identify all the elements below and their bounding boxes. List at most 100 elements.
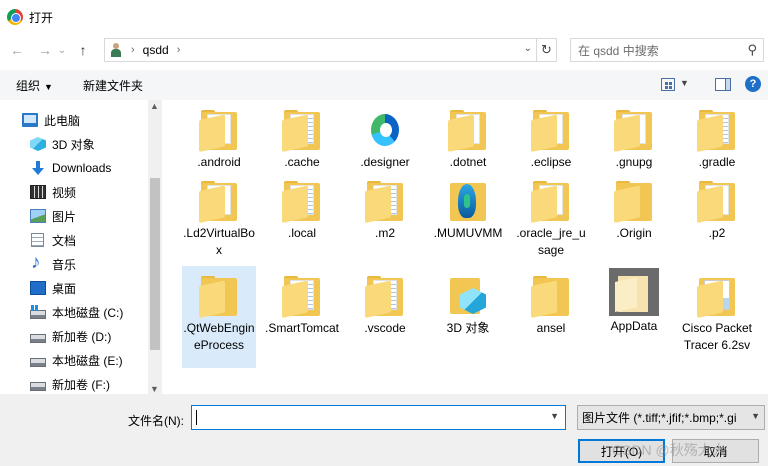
change-view-icon[interactable]: [661, 78, 675, 91]
file-item[interactable]: .eclipse: [514, 100, 588, 171]
windows-drive-icon: [30, 304, 46, 319]
folder-icon: [365, 181, 405, 223]
cube-3d-icon: [30, 137, 46, 151]
file-item[interactable]: .m2: [348, 171, 422, 242]
sidebar-item-label: 音乐: [52, 257, 77, 272]
sidebar-item-label: 3D 对象: [52, 137, 95, 152]
file-name: .Origin: [616, 226, 652, 240]
file-name: .QtWebEngineProcess: [183, 321, 255, 352]
sidebar-scrollbar[interactable]: ▲ ▼: [148, 100, 162, 394]
folder-icon: [697, 181, 737, 223]
back-arrow-icon[interactable]: ←: [6, 39, 28, 61]
file-name: ansel: [536, 321, 566, 335]
folder-icon: [199, 181, 239, 223]
breadcrumb-separator[interactable]: ›: [177, 44, 181, 56]
file-item[interactable]: .MUMUVMM: [431, 171, 505, 242]
forward-arrow-icon[interactable]: →: [34, 39, 56, 61]
address-bar[interactable]: › qsdd › ⌄ ↻: [104, 38, 557, 62]
cancel-button[interactable]: 取消: [672, 439, 759, 463]
scroll-down-icon[interactable]: ▼: [150, 384, 159, 394]
sidebar-item-documents[interactable]: 文档: [30, 229, 76, 251]
music-icon: [30, 252, 46, 274]
file-item[interactable]: .dotnet: [431, 100, 505, 171]
sidebar-item-label: 新加卷 (D:): [52, 329, 112, 344]
file-item[interactable]: Cisco Packet Tracer 6.2sv: [680, 266, 754, 354]
refresh-icon[interactable]: ↻: [536, 39, 556, 61]
drive-icon: [30, 333, 46, 343]
sidebar-item-label: 新加卷 (F:): [52, 377, 110, 392]
file-item[interactable]: AppData: [597, 266, 671, 335]
file-item[interactable]: .gradle: [680, 100, 754, 171]
new-folder-button[interactable]: 新建文件夹: [83, 77, 143, 94]
folder-icon: [531, 276, 571, 318]
file-name: .android: [197, 155, 241, 169]
folder-icon: [531, 110, 571, 152]
filename-input[interactable]: ▼: [191, 405, 566, 430]
mumu-icon: [448, 181, 488, 223]
file-item[interactable]: .Origin: [597, 171, 671, 242]
file-item[interactable]: .SmartTomcat: [265, 266, 339, 337]
search-icon[interactable]: ⚲: [747, 42, 757, 58]
search-input[interactable]: 在 qsdd 中搜索 ⚲: [570, 38, 764, 62]
file-item[interactable]: .gnupg: [597, 100, 671, 171]
dialog-footer: 文件名(N): ▼ 图片文件 (*.tiff;*.jfif;*.bmp;*.gi…: [0, 394, 768, 466]
sidebar-item-3d-objects[interactable]: 3D 对象: [30, 133, 95, 155]
filetype-select[interactable]: 图片文件 (*.tiff;*.jfif;*.bmp;*.gi ▼: [577, 405, 765, 430]
chevron-down-icon[interactable]: ▼: [550, 411, 559, 421]
navigation-pane: 此电脑 3D 对象 Downloads 视频 图片 文档 音乐 桌面: [0, 100, 162, 394]
sidebar-item-music[interactable]: 音乐: [30, 252, 77, 275]
file-item[interactable]: 3D 对象: [431, 266, 505, 337]
file-item[interactable]: .vscode: [348, 266, 422, 337]
sidebar-item-downloads[interactable]: Downloads: [30, 157, 111, 179]
file-name: .eclipse: [530, 155, 572, 169]
sidebar-item-drive-c[interactable]: 本地磁盘 (C:): [30, 301, 123, 323]
folder-icon: [199, 276, 239, 318]
sidebar-item-label: 本地磁盘 (E:): [52, 353, 123, 368]
sidebar-item-drive-e[interactable]: 本地磁盘 (E:): [30, 349, 123, 371]
file-name: AppData: [610, 319, 658, 333]
sidebar-item-pictures[interactable]: 图片: [30, 205, 76, 227]
file-name: .MUMUVMM: [433, 226, 503, 240]
help-icon[interactable]: ?: [745, 76, 761, 92]
scroll-up-icon[interactable]: ▲: [150, 101, 159, 111]
open-button[interactable]: 打开(O): [578, 439, 665, 463]
breadcrumb-qsdd[interactable]: qsdd: [143, 43, 169, 57]
chevron-down-icon[interactable]: ▼: [751, 411, 760, 421]
file-name: .designer: [360, 155, 410, 169]
organize-menu[interactable]: 组织 ▼: [16, 77, 53, 94]
sidebar-item-label: Downloads: [52, 161, 112, 175]
file-item[interactable]: ansel: [514, 266, 588, 337]
sidebar-item-this-pc[interactable]: 此电脑: [22, 109, 80, 131]
folder-icon: [697, 110, 737, 152]
file-item[interactable]: .local: [265, 171, 339, 242]
sidebar-item-drive-f[interactable]: 新加卷 (F:): [30, 373, 110, 395]
sidebar-item-label: 视频: [52, 185, 77, 200]
sidebar-item-drive-d[interactable]: 新加卷 (D:): [30, 325, 111, 347]
sidebar-item-label: 文档: [52, 233, 77, 248]
scrollbar-thumb[interactable]: [150, 178, 160, 350]
file-item[interactable]: .Ld2VirtualBox: [182, 171, 256, 259]
folder-icon: [448, 110, 488, 152]
file-name: .p2: [708, 226, 726, 240]
sidebar-item-label: 此电脑: [44, 113, 81, 128]
file-item[interactable]: .p2: [680, 171, 754, 242]
file-item[interactable]: .android: [182, 100, 256, 171]
sidebar-item-desktop[interactable]: 桌面: [30, 277, 76, 299]
folder-icon: [199, 110, 239, 152]
folder-icon: [282, 110, 322, 152]
filename-label: 文件名(N):: [128, 414, 184, 428]
file-item[interactable]: .oracle_jre_usage: [514, 171, 588, 259]
address-dropdown-icon[interactable]: ⌄: [524, 43, 532, 54]
folder-icon: [365, 276, 405, 318]
recent-locations-icon[interactable]: ⌄: [56, 39, 68, 61]
file-item-selected[interactable]: .QtWebEngineProcess: [182, 266, 256, 368]
file-name: .m2: [374, 226, 395, 240]
sidebar-item-videos[interactable]: 视频: [30, 181, 76, 203]
file-item[interactable]: .cache: [265, 100, 339, 171]
up-arrow-icon[interactable]: ↑: [72, 39, 94, 61]
view-dropdown-icon[interactable]: ▼: [680, 78, 689, 88]
navigation-bar: ← → ⌄ ↑ › qsdd › ⌄ ↻ 在 qsdd 中搜索 ⚲: [0, 34, 768, 66]
preview-pane-icon[interactable]: [715, 78, 731, 91]
file-item[interactable]: .designer: [348, 100, 422, 171]
sidebar-item-label: 图片: [52, 209, 77, 224]
